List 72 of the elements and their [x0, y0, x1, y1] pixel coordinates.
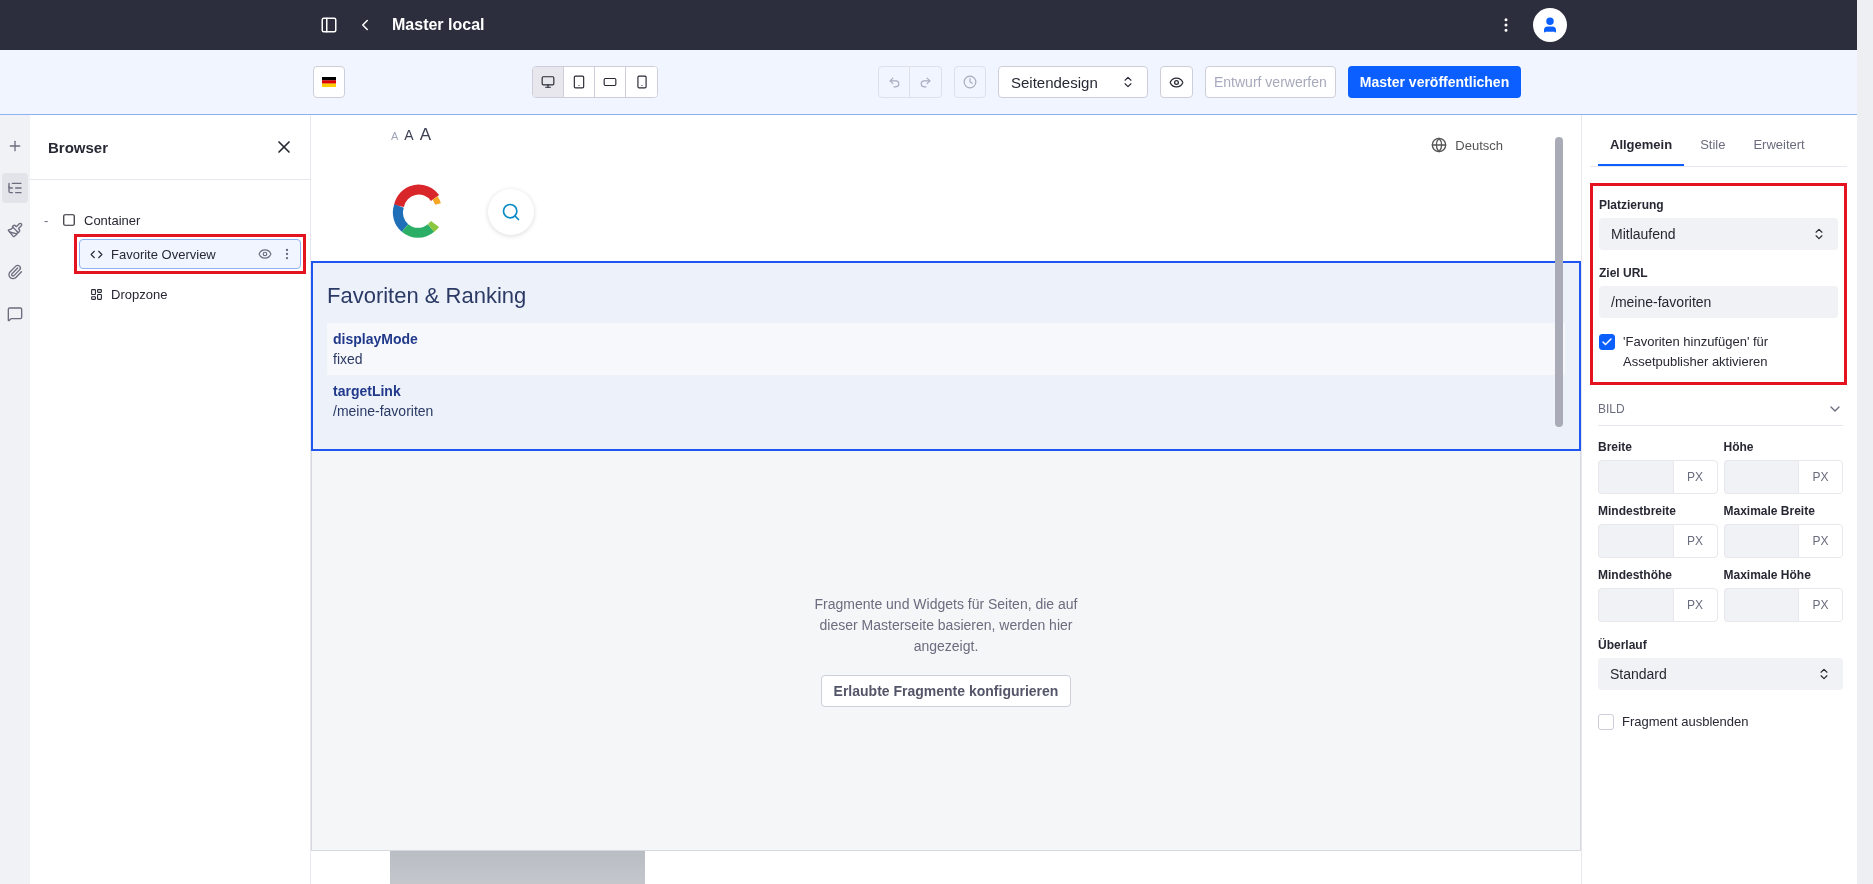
- placement-select[interactable]: Mitlaufend: [1599, 218, 1838, 250]
- unit-label: PX: [1798, 524, 1843, 558]
- field-label: Höhe: [1723, 440, 1755, 454]
- url-input-field[interactable]: /meine-favoriten: [1599, 286, 1838, 318]
- checkbox[interactable]: [1599, 334, 1615, 350]
- tree-item[interactable]: Favorite Overview: [79, 239, 301, 269]
- language-label[interactable]: Deutsch: [1455, 137, 1503, 153]
- language-button[interactable]: [313, 66, 345, 98]
- unit-label: PX: [1672, 460, 1718, 494]
- field-label: Mindesthöhe: [1598, 568, 1673, 582]
- dropzone-message: Fragmente und Widgets für Seiten, die auf dieser Masterseite basieren, werden hier angezeigt.: [813, 595, 1079, 656]
- monitor-icon: [541, 75, 555, 89]
- undo-icon: [887, 75, 901, 89]
- tree-item[interactable]: Dropzone: [79, 279, 301, 309]
- configure-fragments-button[interactable]: Erlaubte Fragmente konfigurieren: [820, 675, 1072, 707]
- field-label: Überlauf: [1598, 638, 1648, 652]
- page-title: Master local: [392, 16, 486, 34]
- publish-button[interactable]: Master veröffentlichen: [1347, 66, 1522, 98]
- search-button[interactable]: [488, 188, 534, 235]
- clock-icon: [963, 75, 977, 89]
- unit-label: PX: [1798, 588, 1843, 622]
- fragment-title: Favoriten & Ranking: [327, 283, 528, 309]
- eye-icon: [1169, 74, 1184, 90]
- overflow-select[interactable]: Standard: [1598, 658, 1843, 690]
- unit-label: PX: [1672, 524, 1718, 558]
- field-value: fixed: [333, 351, 364, 367]
- field-name: displayMode: [333, 331, 419, 347]
- field-label: Mindestbreite: [1598, 504, 1677, 518]
- preview-button[interactable]: [1160, 66, 1193, 98]
- tree-item-label: Container: [84, 212, 142, 228]
- size-input-field[interactable]: [1723, 588, 1798, 622]
- panel-title: Browser: [48, 138, 109, 156]
- checkbox-label: 'Favoriten hinzufügen' für Assetpublisher aktivieren: [1623, 333, 1770, 371]
- style-select[interactable]: Seitendesign: [998, 66, 1148, 98]
- font-size-button[interactable]: A: [419, 125, 432, 145]
- size-input-field[interactable]: [1723, 460, 1798, 494]
- field-value: /meine-favoriten: [333, 403, 435, 419]
- settings-tab[interactable]: Erweitert: [1741, 125, 1817, 166]
- flag-icon: [322, 77, 336, 87]
- scrollbar[interactable]: [1555, 137, 1563, 427]
- field-label: Maximale Höhe: [1723, 568, 1812, 582]
- size-input-field[interactable]: [1598, 588, 1673, 622]
- sidebar-toggle-icon[interactable]: [320, 16, 338, 34]
- font-size-button[interactable]: A: [404, 127, 414, 143]
- field-name: targetLink: [333, 383, 402, 399]
- settings-tab[interactable]: Stile: [1688, 125, 1738, 166]
- section-header[interactable]: BILD: [1598, 385, 1843, 426]
- search-icon: [501, 201, 521, 222]
- square-icon: [62, 213, 76, 227]
- user-avatar[interactable]: [1533, 8, 1567, 42]
- field-label: Platzierung: [1599, 198, 1665, 212]
- check-icon: [1601, 336, 1613, 348]
- tablet-icon: [572, 75, 586, 89]
- globe-icon: [1431, 137, 1448, 153]
- eye-icon[interactable]: [258, 247, 272, 261]
- size-input-field[interactable]: [1598, 460, 1673, 494]
- checkbox-label: Fragment ausblenden: [1622, 713, 1749, 731]
- size-input-field[interactable]: [1723, 524, 1798, 558]
- tablet-icon: [603, 75, 617, 89]
- dropzone-icon: [90, 287, 103, 301]
- logo-drawing: [391, 183, 443, 240]
- field-label: Maximale Breite: [1723, 504, 1816, 518]
- unit-label: PX: [1672, 588, 1718, 622]
- settings-tab[interactable]: Allgemein: [1598, 125, 1685, 166]
- phone-icon: [634, 75, 649, 89]
- redo-icon: [919, 75, 932, 89]
- unit-label: PX: [1798, 460, 1843, 494]
- size-input-field[interactable]: [1598, 524, 1673, 558]
- tree-icon[interactable]: [2, 173, 28, 203]
- field-label: Breite: [1598, 440, 1633, 454]
- field-label: Ziel URL: [1599, 266, 1649, 280]
- collapse-toggle[interactable]: -: [44, 212, 54, 228]
